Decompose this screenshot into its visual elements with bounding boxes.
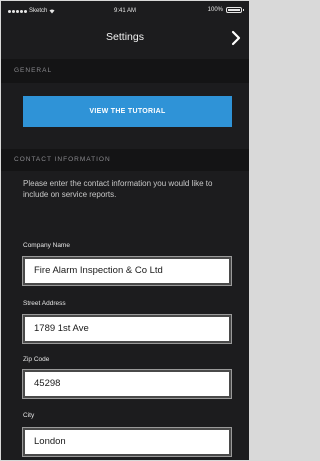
company-name-field[interactable]: Fire Alarm Inspection & Co Ltd <box>22 256 232 286</box>
page-title: Settings <box>106 31 144 43</box>
chevron-right-icon[interactable] <box>231 30 241 46</box>
view-tutorial-button[interactable]: VIEW THE TUTORIAL <box>23 96 232 127</box>
street-address-field[interactable]: 1789 1st Ave <box>22 314 232 344</box>
company-name-label: Company Name <box>23 242 70 249</box>
section-header-contact: CONTACT INFORMATION <box>1 149 249 171</box>
zip-code-label: Zip Code <box>23 356 50 363</box>
zip-code-field[interactable]: 45298 <box>22 369 232 399</box>
battery-icon <box>226 7 244 13</box>
settings-screen: Sketch 9:41 AM 100% Settings GENERAL VIE… <box>1 1 249 460</box>
battery-indicator: 100% <box>207 7 244 13</box>
contact-intro-text: Please enter the contact information you… <box>23 179 213 199</box>
section-header-general: GENERAL <box>1 59 249 83</box>
battery-percent: 100% <box>207 7 223 13</box>
navigation-bar: Settings <box>1 21 249 57</box>
city-field[interactable]: London <box>22 427 232 457</box>
status-bar: Sketch 9:41 AM 100% <box>1 1 249 21</box>
street-address-label: Street Address <box>23 300 66 307</box>
city-label: City <box>23 412 35 419</box>
